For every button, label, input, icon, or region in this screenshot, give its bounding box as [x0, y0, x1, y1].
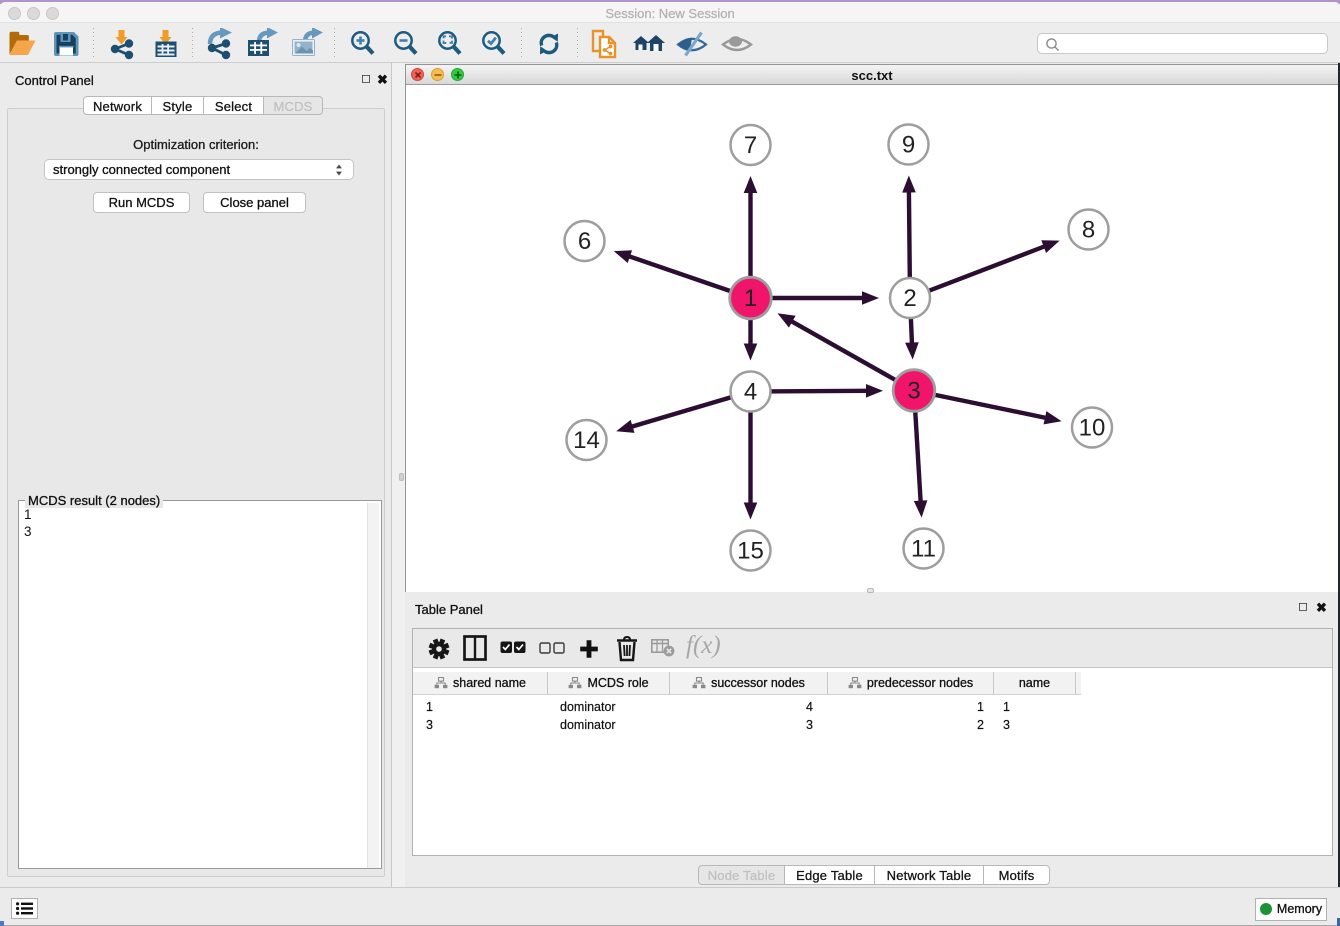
svg-text:10: 10: [1079, 415, 1106, 442]
svg-text:9: 9: [902, 132, 915, 159]
svg-text:8: 8: [1082, 217, 1095, 244]
svg-text:11: 11: [911, 536, 936, 563]
svg-text:14: 14: [573, 427, 600, 454]
svg-text:15: 15: [737, 538, 764, 565]
svg-text:4: 4: [744, 379, 757, 406]
svg-text:1: 1: [744, 285, 757, 312]
svg-text:6: 6: [578, 228, 591, 255]
svg-text:7: 7: [744, 132, 757, 159]
svg-text:2: 2: [903, 285, 916, 312]
svg-text:3: 3: [907, 378, 920, 405]
